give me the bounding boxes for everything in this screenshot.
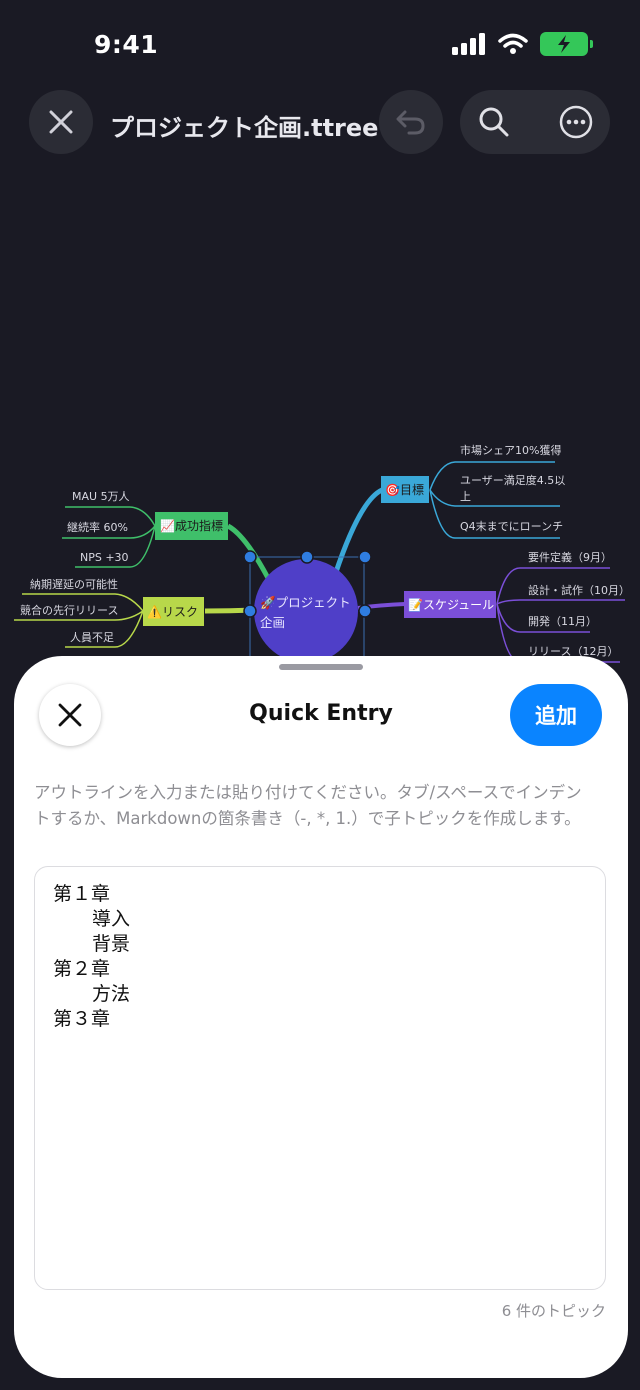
selection-handle[interactable] [358, 604, 372, 618]
outline-line: 導入 [92, 908, 131, 930]
selection-handle[interactable] [300, 550, 314, 564]
topic-goals-label: 🎯目標 [385, 483, 424, 497]
search-button[interactable] [462, 90, 526, 154]
close-icon [49, 110, 73, 134]
toolbar-actions [460, 90, 610, 154]
subtopic[interactable]: Q4末までにローンチ [460, 519, 563, 533]
topic-risks-label: ⚠️リスク [147, 605, 198, 619]
central-topic[interactable] [254, 559, 358, 663]
topic-metrics-label: 📈成功指標 [160, 518, 223, 533]
subtopic[interactable]: MAU 5万人 [72, 490, 130, 503]
battery-icon [540, 32, 593, 56]
instructions-text: アウトラインを入力または貼り付けてください。タブ/スペースでインデントするか、M… [34, 783, 582, 828]
outline-line: 背景 [92, 933, 131, 955]
subtopic[interactable]: 設計・試作（10月） [528, 583, 630, 597]
central-topic-label-line2: 企画 [260, 615, 285, 630]
outline-line: 第１章 [53, 883, 111, 905]
outline-line: 第２章 [53, 958, 111, 980]
subtopic[interactable]: 要件定義（9月） [528, 550, 612, 564]
outline-line: 第３章 [53, 1008, 111, 1030]
add-button[interactable]: 追加 [510, 684, 602, 746]
cellular-signal-icon [452, 33, 485, 55]
selection-handle[interactable] [358, 550, 372, 564]
subtopic[interactable]: 納期遅延の可能性 [30, 577, 118, 591]
close-button[interactable] [29, 90, 93, 154]
topic-count: 6 件のトピック [501, 1302, 606, 1320]
status-icons [452, 32, 593, 56]
quick-entry-sheet: Quick Entry 追加 アウトラインを入力または貼り付けてください。タブ/… [14, 656, 628, 1378]
status-bar: 9:41 [0, 0, 640, 95]
more-button[interactable] [544, 90, 608, 154]
undo-icon [396, 110, 425, 135]
sheet-grabber[interactable] [279, 664, 363, 670]
central-topic-label: 🚀プロジェクト [260, 595, 351, 610]
selection-handle[interactable] [243, 550, 257, 564]
file-title: プロジェクト企画.ttree [110, 114, 379, 142]
outline-line: 方法 [92, 983, 131, 1005]
subtopic[interactable]: NPS +30 [80, 551, 129, 564]
subtopic[interactable]: 人員不足 [70, 631, 114, 644]
selection-handle[interactable] [243, 604, 257, 618]
more-icon [559, 105, 593, 139]
mindmap-canvas[interactable]: 🚀プロジェクト 企画 🎯目標 市場シェア10%獲得 ユーザー満足度4.5以 上 … [0, 420, 640, 670]
status-time: 9:41 [94, 30, 159, 59]
wifi-icon [498, 33, 528, 54]
search-icon [479, 107, 509, 137]
subtopic[interactable]: 上 [460, 490, 471, 503]
subtopic[interactable]: ユーザー満足度4.5以 [460, 473, 565, 487]
subtopic[interactable]: 継続率 60% [67, 520, 128, 534]
undo-button[interactable] [379, 90, 443, 154]
toolbar: プロジェクト企画.ttree [0, 90, 640, 156]
outline-editor[interactable]: 第１章 導入 背景 第２章 方法 第３章 [34, 866, 606, 1290]
topic-schedule-label: 📝スケジュール [408, 598, 494, 612]
subtopic[interactable]: 市場シェア10%獲得 [460, 443, 561, 457]
subtopic[interactable]: 開発（11月） [528, 614, 597, 628]
subtopic[interactable]: 競合の先行リリース [20, 603, 118, 617]
